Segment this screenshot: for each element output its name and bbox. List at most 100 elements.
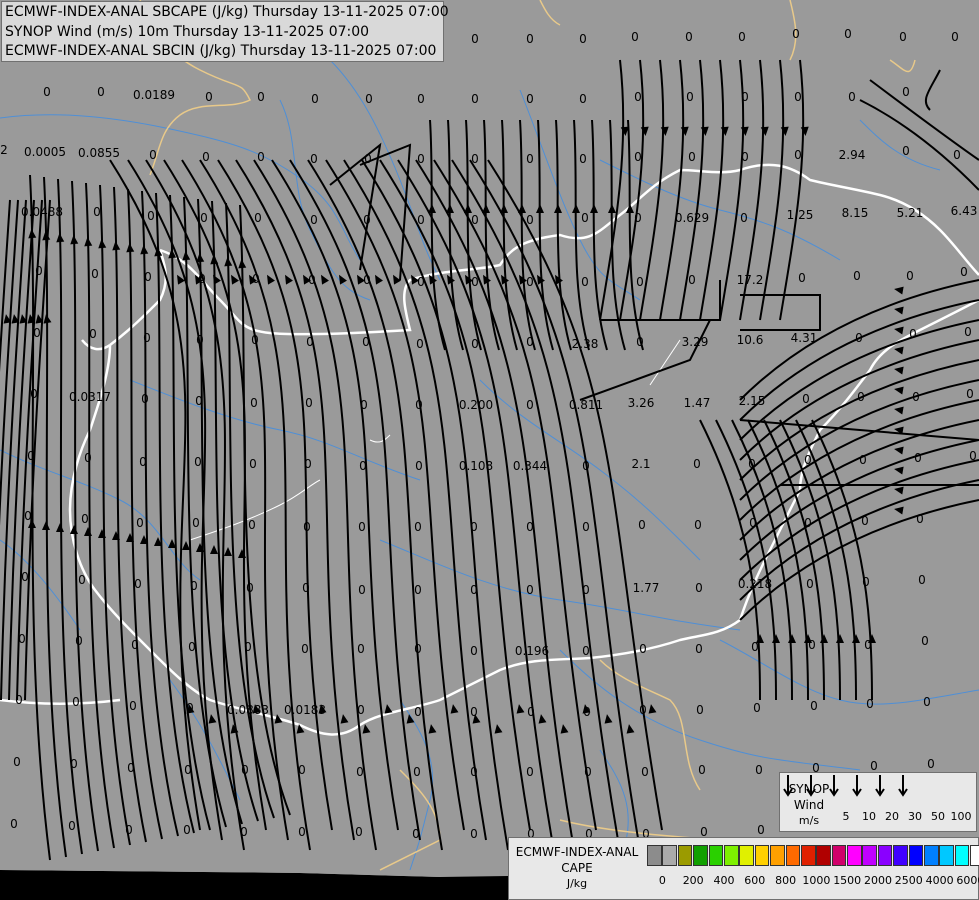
cape-value-label: 5.21	[897, 206, 924, 220]
cape-value-label: 0	[196, 333, 204, 347]
synop-legend: SYNOP Wind m/s 5 10 20 30 50 100	[779, 772, 977, 832]
cape-value-label: 0.196	[515, 644, 549, 658]
cape-value-label: 0	[186, 701, 194, 715]
cape-value-label: 0	[257, 90, 265, 104]
map-area[interactable]: 0 0 0.0189 0 0 0 0 0 0 0 0 0 0 0 0 0 0 0 0 0 0 0 0 0 0 0 0 0 0 2 0.000…	[0, 0, 979, 900]
cape-value-label: 0	[81, 512, 89, 526]
cape-value-label: 0	[859, 453, 867, 467]
cape-value-label: 0	[358, 583, 366, 597]
cape-value-label: 0.629	[675, 211, 709, 225]
cape-value-label: 0	[870, 759, 878, 773]
cape-value-label: 0	[139, 455, 147, 469]
cape-value-label: 0	[921, 634, 929, 648]
cape-value-label: 0	[241, 763, 249, 777]
cape-value-label: 0	[249, 457, 257, 471]
cape-value-label: 0	[526, 152, 534, 166]
cape-value-label: 0	[902, 144, 910, 158]
cape-value-label: 0	[526, 275, 534, 289]
title-sbcape: ECMWF-INDEX-ANAL SBCAPE (J/kg) Thursday …	[5, 4, 449, 20]
cape-value-label: 0	[693, 457, 701, 471]
cape-value-label: 0	[794, 148, 802, 162]
cape-value-label: 0	[636, 335, 644, 349]
cape-value-label: 0	[127, 761, 135, 775]
cape-value-label: 0	[951, 30, 959, 44]
cape-value-label: 0	[304, 457, 312, 471]
synop-speed-label: 50	[931, 810, 945, 823]
cape-value-label: 0.108	[459, 459, 493, 473]
cape-value-label: 0	[183, 823, 191, 837]
cape-color-swatch	[800, 845, 816, 866]
cape-value-label: 0	[804, 516, 812, 530]
cape-color-swatch	[877, 845, 893, 866]
cape-scale-label: 400	[713, 874, 735, 887]
cape-value-label: 0	[358, 520, 366, 534]
wind-barb-icon	[783, 775, 793, 797]
cape-value-label: 17.2	[737, 273, 764, 287]
cape-value-label: 0	[864, 638, 872, 652]
cape-value-label: 0	[134, 577, 142, 591]
cape-value-label: 0	[298, 763, 306, 777]
cape-value-label: 0	[526, 335, 534, 349]
cape-value-label: 0	[631, 30, 639, 44]
cape-value-label: 0	[471, 92, 479, 106]
cape-value-label: 0	[696, 703, 704, 717]
cape-value-label: 2.38	[572, 337, 599, 351]
cape-value-label: 0	[89, 327, 97, 341]
cape-value-label: 0	[414, 642, 422, 656]
cape-value-label: 0	[916, 512, 924, 526]
cape-value-label: 1.77	[633, 581, 660, 595]
synop-legend-unit: m/s	[798, 814, 820, 827]
cape-value-label: 0	[93, 205, 101, 219]
cape-value-label: 0	[960, 265, 968, 279]
cape-value-label: 0	[634, 150, 642, 164]
cape-value-label: 0	[969, 449, 977, 463]
synop-speed-label: 5	[842, 810, 850, 823]
cape-value-label: 0	[688, 273, 696, 287]
cape-value-label: 0	[254, 211, 262, 225]
title-sbcin: ECMWF-INDEX-ANAL SBCIN (J/kg) Thursday 1…	[5, 43, 437, 59]
cape-value-label: 0	[526, 765, 534, 779]
cape-value-label: 0	[848, 90, 856, 104]
cape-value-label: 0	[91, 267, 99, 281]
cape-color-swatch	[816, 845, 831, 866]
cape-scale-label: 0	[658, 874, 666, 887]
cape-value-label: 0.0855	[78, 146, 120, 160]
cape-value-label: 0	[855, 331, 863, 345]
cape-value-label: 4.31	[791, 331, 818, 345]
cape-value-label: 0	[200, 211, 208, 225]
cape-value-label: 0	[526, 32, 534, 46]
cape-scale-label: 600	[744, 874, 766, 887]
cape-color-swatch	[939, 845, 955, 866]
cape-value-label: 0	[853, 269, 861, 283]
cape-value-label: 0	[301, 642, 309, 656]
cape-scale-label: 800	[775, 874, 797, 887]
cape-value-label: 0	[417, 152, 425, 166]
cape-value-label: 0	[131, 638, 139, 652]
cape-value-label: 0	[306, 335, 314, 349]
cape-value-label: 0	[636, 275, 644, 289]
cape-value-label: 0	[634, 211, 642, 225]
cape-value-label: 1.47	[684, 396, 711, 410]
cape-value-label: 0	[355, 825, 363, 839]
cape-value-label: 0	[15, 693, 23, 707]
cape-value-label: 0	[927, 757, 935, 771]
cape-value-label: 0	[909, 327, 917, 341]
cape-value-label: 0	[30, 387, 38, 401]
map-canvas[interactable]: 0 0 0.0189 0 0 0 0 0 0 0 0 0 0 0 0 0 0 0 0 0 0 0 0 0 0 0 0 0 0 2 0.000…	[0, 0, 979, 900]
cape-value-label: 0	[808, 638, 816, 652]
cape-value-label: 0	[695, 581, 703, 595]
cape-value-label: 0	[362, 335, 370, 349]
cape-value-label: 0	[68, 819, 76, 833]
synop-speed-label: 30	[908, 810, 922, 823]
cape-value-label: 0	[192, 516, 200, 530]
cape-value-label: 0	[257, 150, 265, 164]
cape-value-label: 0	[914, 451, 922, 465]
cape-value-label: 2.1	[631, 457, 650, 471]
cape-value-label: 0	[470, 705, 478, 719]
cape-value-label: 0	[579, 32, 587, 46]
cape-value-label: 0	[250, 396, 258, 410]
cape-value-label: 0	[748, 457, 756, 471]
cape-value-label: 0	[136, 516, 144, 530]
cape-value-label: 0	[686, 90, 694, 104]
cape-value-label: 0	[912, 390, 920, 404]
